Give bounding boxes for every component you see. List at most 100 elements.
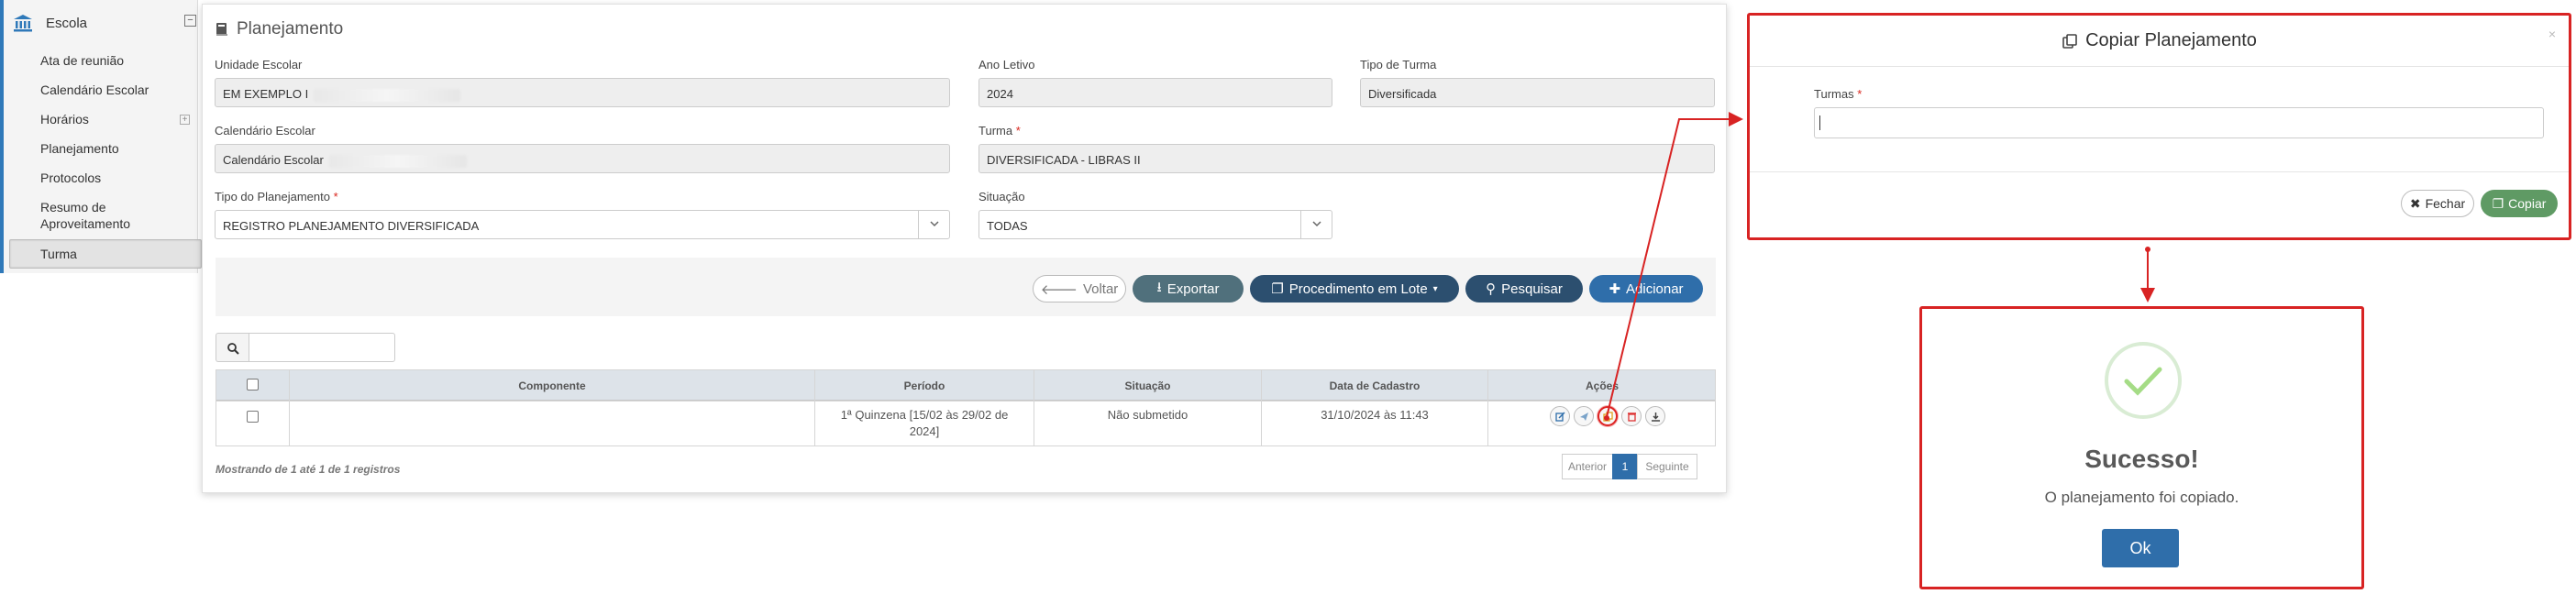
table-search-input[interactable] (249, 333, 395, 362)
success-title: Sucesso! (2084, 445, 2199, 473)
copiar-button[interactable]: ❐ Copiar (2481, 190, 2558, 217)
tipo-turma-label: Tipo de Turma (1360, 58, 1437, 72)
required-mark: * (333, 190, 338, 204)
trash-icon (1627, 412, 1636, 422)
lote-label: Procedimento em Lote (1288, 280, 1428, 297)
cell-situacao: Não submetido (1107, 408, 1188, 422)
calendario-label: Calendário Escolar (215, 124, 315, 138)
divider (216, 401, 1715, 402)
download-button[interactable] (1645, 406, 1665, 426)
required-mark: * (1857, 87, 1863, 101)
success-check-icon (2105, 342, 2182, 419)
divider (1750, 171, 2569, 172)
turma-field: DIVERSIFICADA - LIBRAS II (978, 144, 1715, 173)
copiar-label: Copiar (2508, 196, 2547, 211)
sidebar-item-calendario[interactable]: Calendário Escolar (40, 82, 149, 97)
fechar-button[interactable]: ✖ Fechar (2401, 190, 2474, 217)
unidade-label: Unidade Escolar (215, 58, 303, 72)
page-title: Planejamento (215, 19, 343, 39)
turma-label-text: Turma (978, 124, 1013, 138)
redacted-text (328, 154, 467, 168)
send-button[interactable] (1574, 406, 1594, 426)
search-addon (216, 333, 249, 362)
caret-down-icon: ▾ (1432, 283, 1438, 294)
pagination-next[interactable]: Seguinte (1637, 454, 1697, 479)
chevron-down-icon[interactable] (1300, 211, 1332, 238)
tipo-plan-select[interactable]: REGISTRO PLANEJAMENTO DIVERSIFICADA (215, 210, 950, 239)
sidebar-title: Escola (46, 15, 88, 31)
sidebar-item-aproveitamento[interactable]: Aproveitamento (40, 216, 130, 231)
expand-icon[interactable]: + (180, 115, 190, 125)
sidebar-item-protocolos[interactable]: Protocolos (40, 170, 101, 185)
sidebar-item-planejamento[interactable]: Planejamento (40, 141, 119, 156)
copy-button[interactable] (1598, 406, 1618, 426)
tipo-turma-field: Diversificada (1360, 78, 1715, 107)
tipo-plan-value: REGISTRO PLANEJAMENTO DIVERSIFICADA (223, 219, 480, 233)
pesquisar-label: Pesquisar (1501, 280, 1563, 297)
sidebar-item-turma[interactable]: Turma (40, 247, 77, 261)
redacted-text (314, 88, 461, 102)
records-summary: Mostrando de 1 até 1 de 1 registros (216, 463, 401, 476)
copy-icon (1602, 411, 1613, 422)
unidade-field: EM EXEMPLO I (215, 78, 950, 107)
required-mark: * (1015, 124, 1021, 138)
exportar-label: Exportar (1166, 280, 1220, 297)
page-title-text: Planejamento (237, 19, 344, 38)
success-message: O planejamento foi copiado. (2044, 489, 2239, 506)
header-componente[interactable]: Componente (290, 370, 814, 401)
voltar-label: Voltar (1082, 280, 1119, 297)
success-modal: Sucesso! O planejamento foi copiado. Ok (1919, 306, 2364, 589)
sidebar: Escola − Ata de reunião Calendário Escol… (0, 0, 202, 273)
header-periodo[interactable]: Período (815, 370, 1034, 401)
edit-icon (1554, 411, 1565, 422)
sidebar-item-turma-active[interactable] (9, 239, 202, 269)
pagination-page[interactable]: 1 (1612, 454, 1638, 479)
sidebar-section-escola[interactable]: Escola − (13, 11, 196, 35)
copy-icon: ❐ (2492, 195, 2504, 211)
download-icon: ⭳ (1156, 279, 1162, 295)
calendario-field: Calendário Escolar (215, 144, 950, 173)
plus-icon: ✚ (1609, 281, 1621, 297)
tipo-plan-label: Tipo do Planejamento * (215, 190, 338, 204)
select-all-checkbox[interactable] (247, 379, 259, 390)
ano-field: 2024 (978, 78, 1332, 107)
planejamento-table: Componente Período Situação Data de Cada… (216, 369, 1716, 446)
turmas-label-text: Turmas (1814, 87, 1854, 101)
turmas-input[interactable] (1814, 107, 2544, 138)
adicionar-button[interactable]: ✚ Adicionar (1589, 275, 1703, 302)
pesquisar-button[interactable]: ⚲ Pesquisar (1465, 275, 1583, 302)
row-checkbox[interactable] (247, 411, 259, 423)
adicionar-label: Adicionar (1626, 280, 1684, 297)
header-situacao[interactable]: Situação (1034, 370, 1261, 401)
pagination-prev[interactable]: Anterior (1562, 454, 1613, 479)
cell-data-cadastro: 31/10/2024 às 11:43 (1321, 408, 1429, 422)
sidebar-item-ata[interactable]: Ata de reunião (40, 53, 124, 68)
edit-button[interactable] (1550, 406, 1570, 426)
voltar-button[interactable]: 🡐 Voltar (1033, 275, 1126, 302)
situacao-value: TODAS (987, 219, 1028, 233)
exportar-button[interactable]: ⭳ Exportar (1133, 275, 1244, 302)
download-icon (1651, 412, 1660, 422)
ano-label: Ano Letivo (978, 58, 1035, 72)
header-acoes: Ações (1585, 379, 1620, 392)
periodo-line: 1ª Quinzena [15/02 às 29/02 de (840, 408, 1009, 422)
bank-icon (14, 15, 32, 32)
unidade-value: EM EXEMPLO I (223, 87, 309, 101)
situacao-label: Situação (978, 190, 1025, 204)
collapse-icon[interactable]: − (184, 15, 196, 27)
turma-label: Turma * (978, 124, 1021, 138)
delete-button[interactable] (1621, 406, 1642, 426)
chevron-down-icon[interactable] (918, 211, 949, 238)
situacao-select[interactable]: TODAS (978, 210, 1332, 239)
procedimento-lote-button[interactable]: ❐ Procedimento em Lote ▾ (1250, 275, 1459, 302)
paper-plane-icon (1579, 412, 1588, 421)
turmas-label: Turmas * (1814, 87, 1862, 101)
text-cursor (1819, 116, 1820, 130)
header-data-cadastro[interactable]: Data de Cadastro (1262, 370, 1487, 401)
ok-button[interactable]: Ok (2102, 529, 2179, 567)
action-toolbar: 🡐 Voltar ⭳ Exportar ❐ Procedimento em Lo… (216, 258, 1716, 316)
sidebar-item-horarios[interactable]: Horários (40, 112, 89, 126)
sidebar-item-resumo[interactable]: Resumo de (40, 200, 106, 214)
close-icon[interactable]: × (2548, 27, 2556, 41)
book-icon (216, 23, 227, 36)
